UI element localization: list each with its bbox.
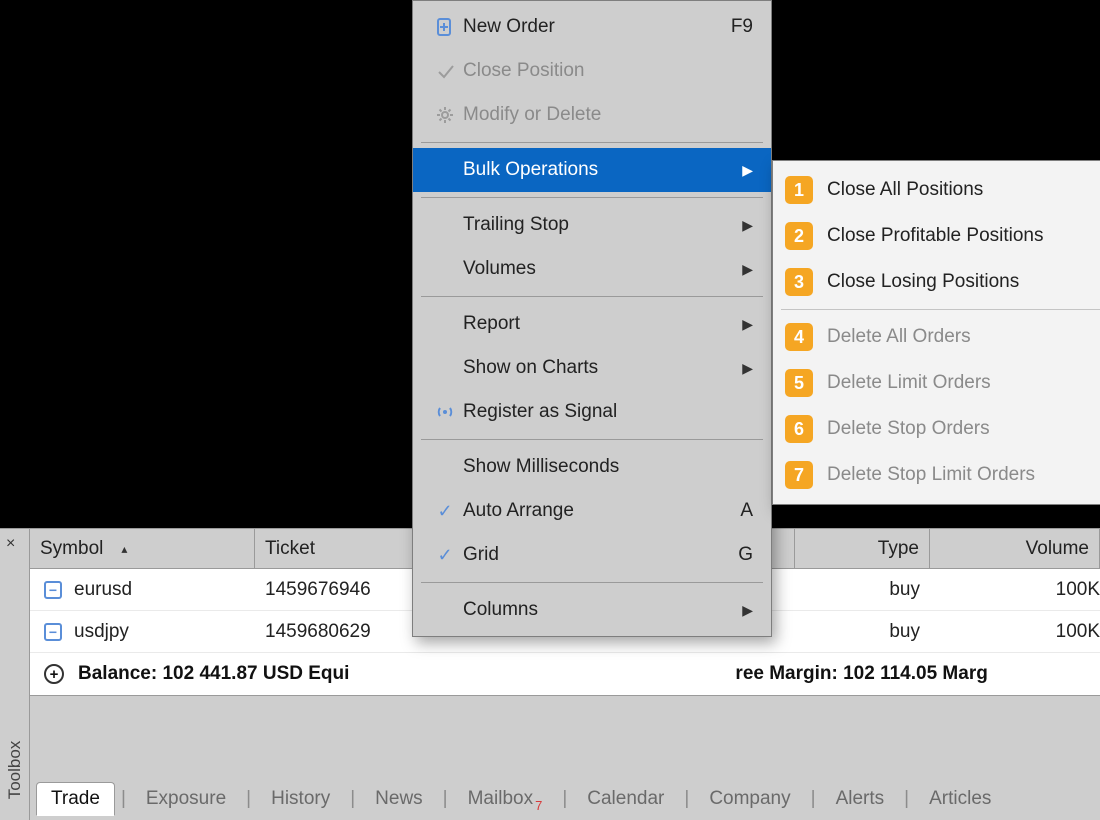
sort-asc-icon: ▴ [121, 542, 127, 556]
num-badge-icon: 4 [785, 323, 813, 351]
menu-auto-arrange[interactable]: ✓ Auto Arrange A [413, 489, 771, 533]
num-badge-icon: 3 [785, 268, 813, 296]
chevron-right-icon: ▶ [742, 360, 753, 377]
cell-type: buy [795, 579, 930, 601]
menu-volumes[interactable]: Volumes ▶ [413, 247, 771, 291]
context-menu: New Order F9 Close Position Modify or De… [412, 0, 772, 637]
tab-alerts[interactable]: Alerts [822, 783, 899, 815]
submenu-delete-limit-orders: 5 Delete Limit Orders [773, 360, 1100, 406]
position-icon: − [44, 581, 62, 599]
tab-articles[interactable]: Articles [915, 783, 1005, 815]
chevron-right-icon: ▶ [742, 602, 753, 619]
tab-trade[interactable]: Trade [36, 782, 115, 816]
menu-separator [421, 197, 763, 198]
submenu-close-losing-positions[interactable]: 3 Close Losing Positions [773, 259, 1100, 305]
check-icon: ✓ [427, 501, 463, 522]
check-icon: ✓ [427, 545, 463, 566]
menu-columns[interactable]: Columns ▶ [413, 588, 771, 632]
menu-new-order[interactable]: New Order F9 [413, 5, 771, 49]
chevron-right-icon: ▶ [742, 217, 753, 234]
tab-mailbox[interactable]: Mailbox7 [454, 783, 557, 815]
num-badge-icon: 5 [785, 369, 813, 397]
menu-bulk-operations[interactable]: Bulk Operations ▶ [413, 148, 771, 192]
submenu-close-profitable-positions[interactable]: 2 Close Profitable Positions [773, 213, 1100, 259]
tab-history[interactable]: History [257, 783, 344, 815]
menu-separator [421, 296, 763, 297]
summary-right: ree Margin: 102 114.05 Marg [735, 663, 987, 685]
position-icon: − [44, 623, 62, 641]
blank-area [30, 695, 1100, 778]
menu-register-signal[interactable]: Register as Signal [413, 390, 771, 434]
tab-company[interactable]: Company [695, 783, 804, 815]
toolbox-sidebar: × Toolbox [0, 529, 30, 820]
num-badge-icon: 1 [785, 176, 813, 204]
new-order-icon [427, 17, 463, 37]
cell-type: buy [795, 621, 930, 643]
submenu-close-all-positions[interactable]: 1 Close All Positions [773, 167, 1100, 213]
menu-separator [421, 142, 763, 143]
cell-volume: 100K [930, 579, 1100, 601]
column-header-volume[interactable]: Volume [930, 529, 1100, 568]
menu-show-on-charts[interactable]: Show on Charts ▶ [413, 346, 771, 390]
mailbox-badge: 7 [535, 798, 542, 813]
chevron-right-icon: ▶ [742, 316, 753, 333]
menu-show-milliseconds[interactable]: Show Milliseconds [413, 445, 771, 489]
tab-news[interactable]: News [361, 783, 437, 815]
cell-symbol: eurusd [74, 579, 132, 601]
tabstrip: Trade | Exposure | History | News | Mail… [30, 778, 1100, 820]
accel: A [740, 500, 753, 522]
check-icon [427, 61, 463, 81]
summary-row: + Balance: 102 441.87 USD Equi ree Margi… [30, 653, 1100, 695]
num-badge-icon: 7 [785, 461, 813, 489]
menu-modify-delete: Modify or Delete [413, 93, 771, 137]
menu-trailing-stop[interactable]: Trailing Stop ▶ [413, 203, 771, 247]
menu-report[interactable]: Report ▶ [413, 302, 771, 346]
menu-separator [421, 439, 763, 440]
cell-symbol: usdjpy [74, 621, 129, 643]
submenu-delete-stop-orders: 6 Delete Stop Orders [773, 406, 1100, 452]
expand-icon[interactable]: + [44, 664, 64, 684]
menu-separator [421, 582, 763, 583]
chevron-right-icon: ▶ [742, 162, 753, 179]
menu-separator [781, 309, 1100, 310]
cell-volume: 100K [930, 621, 1100, 643]
chevron-right-icon: ▶ [742, 261, 753, 278]
column-header-type[interactable]: Type [795, 529, 930, 568]
num-badge-icon: 2 [785, 222, 813, 250]
menu-grid[interactable]: ✓ Grid G [413, 533, 771, 577]
submenu-delete-all-orders: 4 Delete All Orders [773, 314, 1100, 360]
summary-left: Balance: 102 441.87 USD Equi [78, 663, 349, 685]
submenu-delete-stop-limit-orders: 7 Delete Stop Limit Orders [773, 452, 1100, 498]
num-badge-icon: 6 [785, 415, 813, 443]
gear-icon [427, 105, 463, 125]
accel: F9 [731, 16, 753, 38]
toolbox-title: Toolbox [5, 741, 25, 800]
bulk-operations-submenu: 1 Close All Positions 2 Close Profitable… [772, 160, 1100, 505]
menu-close-position: Close Position [413, 49, 771, 93]
tab-exposure[interactable]: Exposure [132, 783, 240, 815]
accel: G [738, 544, 753, 566]
signal-icon [427, 402, 463, 422]
column-header-symbol[interactable]: Symbol ▴ [30, 529, 255, 568]
tab-calendar[interactable]: Calendar [573, 783, 678, 815]
close-icon[interactable]: × [6, 535, 15, 553]
